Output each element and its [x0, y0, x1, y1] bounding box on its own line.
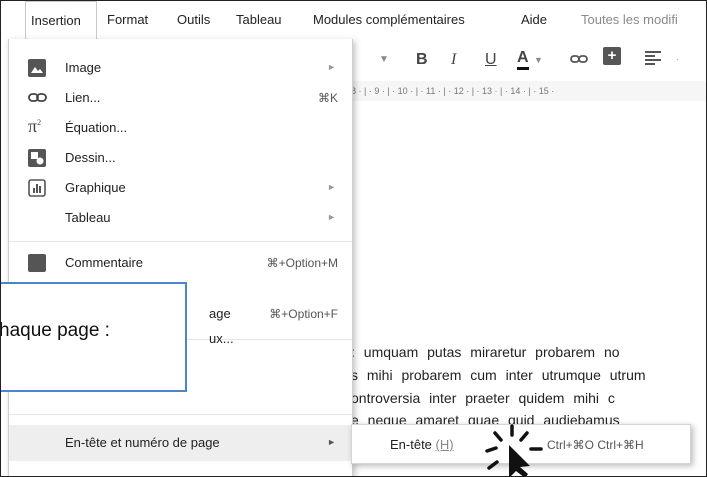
- menu-item-label: Lien...: [65, 90, 101, 105]
- menu-item-chart[interactable]: Graphique ►: [9, 173, 352, 203]
- insertion-menu: Image ► Lien... ⌘K π2 Équation... Dessin…: [8, 39, 353, 476]
- italic-button[interactable]: I: [451, 49, 456, 71]
- submenu-arrow-icon: ►: [327, 437, 336, 447]
- menu-insertion[interactable]: Insertion: [25, 1, 97, 39]
- align-left-icon[interactable]: [644, 49, 662, 74]
- link-icon[interactable]: [569, 49, 589, 76]
- submenu-arrow-icon: ►: [327, 62, 336, 72]
- menu-item-label: En-tête et numéro de page: [65, 435, 220, 450]
- menu-item-label: Équation...: [65, 120, 128, 135]
- menu-item-comment[interactable]: Commentaire ⌘+Option+M: [9, 248, 352, 278]
- callout-text: haque page :: [0, 320, 110, 341]
- dropdown-arrow-icon[interactable]: ▼: [379, 49, 389, 71]
- comment-icon: [28, 254, 46, 272]
- menu-item-label: Image: [65, 60, 102, 75]
- menu-item-equation[interactable]: π2 Équation...: [9, 113, 352, 143]
- submenu-arrow-icon: ►: [327, 182, 336, 192]
- app-window: Insertion Format Outils Tableau Modules …: [0, 0, 707, 477]
- add-comment-button[interactable]: +: [603, 47, 621, 65]
- menu-item-label: age: [209, 306, 231, 321]
- menu-item-table[interactable]: Tableau ►: [9, 203, 352, 233]
- mouse-cursor-icon: [485, 424, 543, 476]
- document-body[interactable]: : umquam putas miraretur probarem no s m…: [351, 101, 706, 476]
- submenu-item-label: En-tête (H): [390, 437, 454, 452]
- menu-bar: Insertion Format Outils Tableau Modules …: [1, 1, 706, 39]
- menu-item-header-page-number[interactable]: En-tête et numéro de page ►: [9, 425, 352, 461]
- ruler: 8 · | · 9 · | · 10 · | · 11 · | · 12 · |…: [351, 81, 706, 102]
- menu-tableau[interactable]: Tableau: [236, 1, 282, 39]
- menu-item-image[interactable]: Image ►: [9, 53, 352, 83]
- underline-button[interactable]: U: [485, 49, 497, 71]
- drawing-icon: [28, 149, 46, 167]
- link-icon: [28, 89, 47, 107]
- save-status[interactable]: Toutes les modifi: [581, 1, 678, 39]
- menu-outils[interactable]: Outils: [177, 1, 210, 39]
- shortcut-label: ⌘K: [317, 91, 338, 105]
- doc-line-text: s mihi probarem cum inter utrumque utrum: [351, 367, 646, 383]
- menu-modules[interactable]: Modules complémentaires: [313, 1, 465, 39]
- shortcut-label: ⌘+Option+M: [266, 256, 338, 270]
- menu-separator: [9, 241, 352, 242]
- image-icon: [28, 59, 46, 77]
- callout-box: haque page :: [0, 282, 187, 392]
- menu-item-label: Graphique: [65, 180, 126, 195]
- submenu-arrow-icon: ►: [327, 212, 336, 222]
- menu-aide[interactable]: Aide: [521, 1, 547, 39]
- doc-line: s mihi probarem cum inter utrumque utrum: [351, 367, 646, 383]
- text-color-button[interactable]: A: [517, 49, 529, 70]
- shortcut-label: ⌘+Option+F: [269, 307, 338, 321]
- pi-icon: π2: [28, 116, 42, 136]
- accelerator-key: (H): [435, 437, 454, 452]
- menu-item-drawing[interactable]: Dessin...: [9, 143, 352, 173]
- more-icon[interactable]: ·: [676, 49, 679, 71]
- shortcut-label: Ctrl+⌘O Ctrl+⌘H: [547, 438, 644, 452]
- bold-button[interactable]: B: [416, 49, 428, 71]
- doc-line: ontroversia inter praeter quidem mihi c: [351, 390, 615, 406]
- menu-item-label: Dessin...: [65, 150, 116, 165]
- menu-item-label: ux...: [209, 331, 234, 346]
- menu-format[interactable]: Format: [107, 1, 148, 39]
- chevron-down-icon[interactable]: ▼: [534, 49, 543, 71]
- menu-item-label: Commentaire: [65, 255, 144, 270]
- chart-icon: [28, 179, 46, 197]
- doc-line: : umquam putas miraretur probarem no: [351, 344, 620, 360]
- format-toolbar: ▼ B I U A ▼ + ·: [351, 39, 706, 82]
- submenu-label-text: En-tête: [390, 437, 432, 452]
- menu-item-link[interactable]: Lien... ⌘K: [9, 83, 352, 113]
- menu-separator: [9, 414, 352, 415]
- menu-item-label: Tableau: [65, 210, 111, 225]
